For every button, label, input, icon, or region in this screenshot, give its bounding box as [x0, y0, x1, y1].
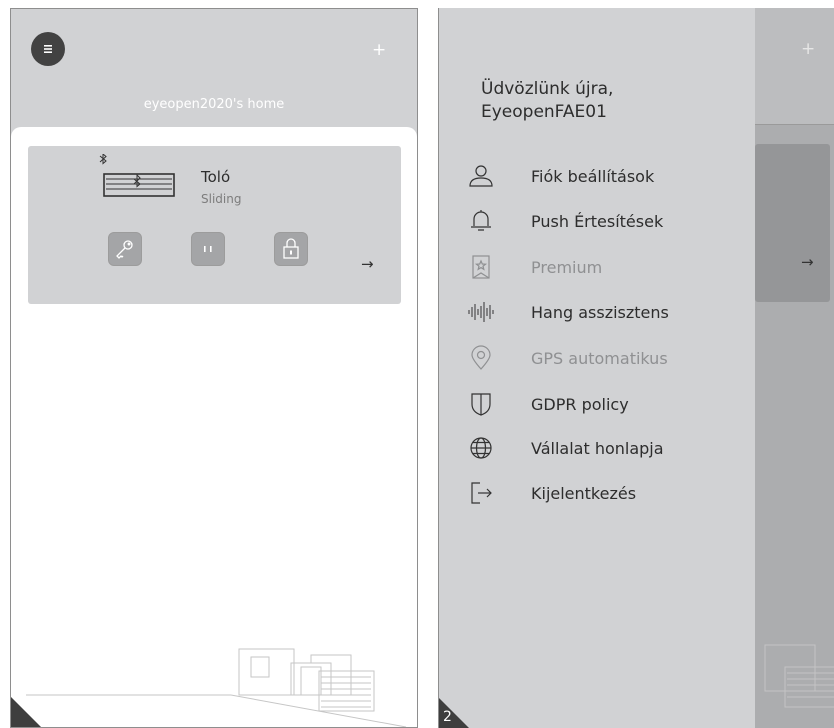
menu-item-logout[interactable]: Kijelentkezés [465, 479, 636, 507]
device-details-arrow[interactable]: → [801, 253, 814, 271]
welcome-greeting: Üdvözlünk újra, [481, 79, 614, 99]
add-device-button[interactable]: + [801, 41, 815, 58]
menu-item-account-settings[interactable]: Fiók beállítások [465, 162, 654, 190]
voice-wave-icon [468, 302, 494, 322]
bluetooth-icon [99, 154, 107, 165]
device-type: Sliding [201, 192, 242, 206]
logout-icon [471, 482, 492, 504]
location-pin-icon [471, 345, 491, 370]
premium-star-icon [472, 255, 490, 279]
dimmed-device-card: → [755, 144, 830, 302]
menu-button[interactable] [31, 32, 65, 66]
house-illustration [26, 648, 407, 727]
menu-screen: + → Üdvözlünk újra, EyeopenFAE01 Fiók be… [438, 8, 834, 728]
corner-marker [11, 697, 41, 727]
menu-item-gps-automatic[interactable]: GPS automatikus [465, 344, 668, 372]
menu-item-push-notifications[interactable]: Push Értesítések [465, 207, 663, 235]
pause-button[interactable] [191, 232, 225, 266]
welcome-message: Üdvözlünk újra, EyeopenFAE01 [481, 78, 613, 124]
bell-icon [471, 210, 491, 231]
device-card[interactable]: Toló Sliding → [28, 146, 401, 304]
user-icon [469, 165, 493, 187]
key-button[interactable] [108, 232, 142, 266]
device-name: Toló [201, 168, 231, 186]
home-title: eyeopen2020's home [143, 97, 285, 112]
menu-item-voice-assistant[interactable]: Hang asszisztens [465, 298, 669, 326]
menu-label: Premium [531, 257, 603, 277]
key-icon [116, 240, 133, 259]
dimmed-header: + [755, 8, 834, 125]
menu-item-gdpr-policy[interactable]: GDPR policy [465, 390, 629, 418]
lock-icon [283, 238, 299, 259]
home-screen: + eyeopen2020's home Toló Sliding → [10, 8, 418, 728]
side-menu-drawer: Üdvözlünk újra, EyeopenFAE01 Fiók beállí… [439, 8, 755, 728]
shield-icon [471, 393, 491, 416]
sliding-gate-icon [99, 154, 175, 197]
menu-label: Kijelentkezés [531, 483, 637, 503]
menu-label: Hang asszisztens [531, 302, 669, 322]
menu-label: Push Értesítések [531, 211, 664, 231]
menu-item-premium[interactable]: Premium [465, 253, 602, 281]
username: EyeopenFAE01 [481, 102, 607, 122]
menu-label: Fiók beállítások [531, 166, 655, 186]
device-details-arrow[interactable]: → [361, 255, 374, 273]
lock-button[interactable] [274, 232, 308, 266]
menu-icon [44, 45, 52, 53]
add-device-button[interactable]: + [372, 42, 386, 59]
menu-label: Vállalat honlapja [531, 438, 664, 458]
menu-item-company-website[interactable]: Vállalat honlapja [465, 434, 664, 462]
menu-label: GPS automatikus [531, 348, 668, 368]
menu-label: GDPR policy [531, 394, 629, 414]
page-number: 2 [443, 709, 452, 725]
pause-icon [204, 246, 212, 252]
globe-icon [470, 437, 492, 459]
